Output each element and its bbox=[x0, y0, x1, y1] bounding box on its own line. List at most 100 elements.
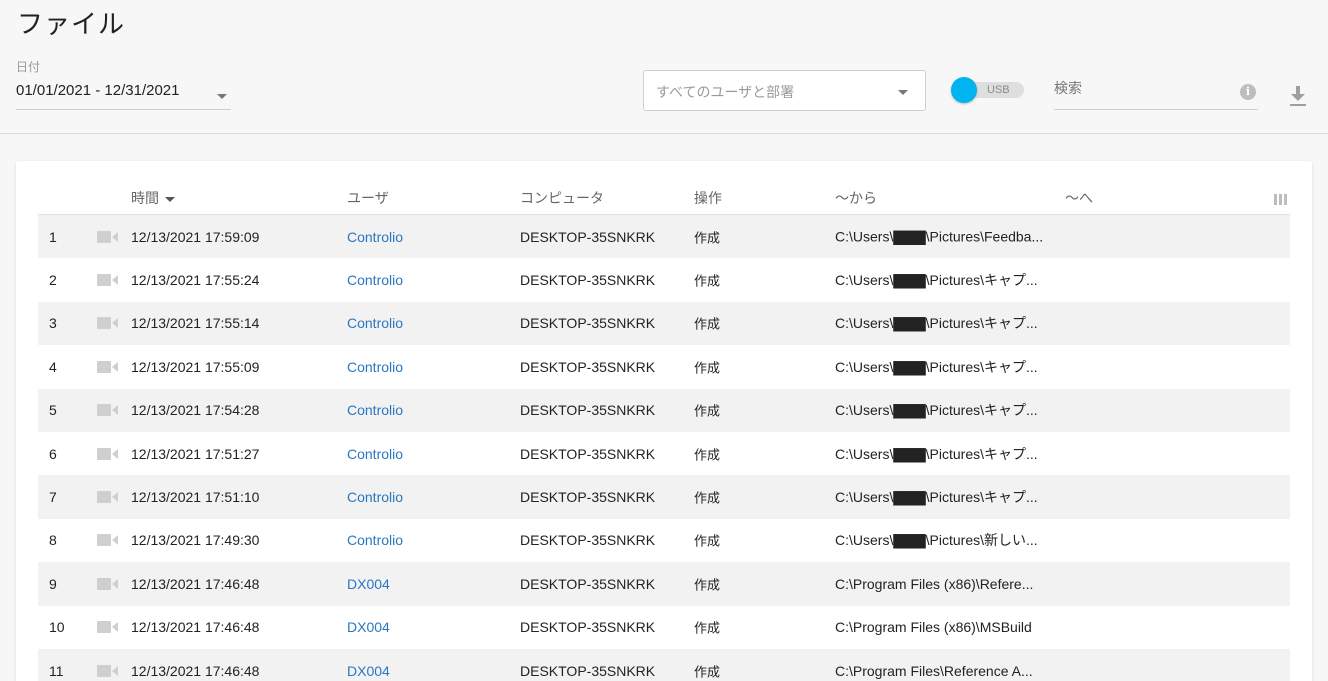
column-header-user[interactable]: ユーザ bbox=[347, 188, 389, 208]
row-from-path: C:\Program Files (x86)\MSBuild bbox=[835, 619, 1032, 636]
row-from-path: C:\Program Files (x86)\Refere... bbox=[835, 575, 1034, 592]
sort-desc-icon[interactable] bbox=[165, 196, 175, 202]
row-time: 12/13/2021 17:54:28 bbox=[131, 402, 260, 419]
video-camera-icon[interactable] bbox=[97, 621, 119, 634]
row-index: 11 bbox=[49, 662, 64, 679]
column-header-computer[interactable]: コンピュータ bbox=[520, 188, 604, 208]
row-time: 12/13/2021 17:55:09 bbox=[131, 358, 260, 375]
row-time: 12/13/2021 17:51:10 bbox=[131, 489, 260, 506]
chevron-down-icon[interactable] bbox=[898, 90, 908, 95]
row-operation: 作成 bbox=[694, 274, 721, 290]
chevron-down-icon[interactable] bbox=[217, 94, 227, 99]
column-header-to[interactable]: ～へ bbox=[1065, 188, 1093, 208]
table-row[interactable]: 1 12/13/2021 17:59:09 Controlio DESKTOP-… bbox=[38, 215, 1290, 259]
row-index: 1 bbox=[49, 228, 57, 245]
row-from-path: C:\Users\▇▇▇\Pictures\Feedba... bbox=[835, 228, 1044, 245]
row-computer: DESKTOP-35SNKRK bbox=[520, 228, 656, 245]
video-camera-icon[interactable] bbox=[97, 274, 119, 287]
row-computer: DESKTOP-35SNKRK bbox=[520, 662, 656, 679]
row-from-path: C:\Users\▇▇▇\Pictures\キャプ... bbox=[835, 489, 1038, 506]
video-camera-icon[interactable] bbox=[97, 447, 119, 460]
table-row[interactable]: 10 12/13/2021 17:46:48 DX004 DESKTOP-35S… bbox=[38, 606, 1290, 649]
table-row[interactable]: 4 12/13/2021 17:55:09 Controlio DESKTOP-… bbox=[38, 345, 1290, 388]
row-from-path: C:\Users\▇▇▇\Pictures\キャプ... bbox=[835, 358, 1038, 375]
row-index: 5 bbox=[49, 402, 57, 419]
table-body: 1 12/13/2021 17:59:09 Controlio DESKTOP-… bbox=[38, 215, 1290, 681]
row-user-link[interactable]: Controlio bbox=[347, 359, 403, 375]
row-user-link[interactable]: DX004 bbox=[347, 576, 390, 592]
row-from-path: C:\Users\▇▇▇\Pictures\キャプ... bbox=[835, 445, 1038, 462]
row-from-path: C:\Users\▇▇▇\Pictures\キャプ... bbox=[835, 402, 1038, 419]
video-camera-icon[interactable] bbox=[97, 534, 119, 547]
column-header-from[interactable]: ～から bbox=[835, 188, 877, 208]
row-computer: DESKTOP-35SNKRK bbox=[520, 272, 656, 289]
video-camera-icon[interactable] bbox=[97, 230, 119, 243]
row-user-link[interactable]: Controlio bbox=[347, 489, 403, 505]
row-operation: 作成 bbox=[694, 448, 721, 464]
row-index: 7 bbox=[49, 489, 57, 506]
table-row[interactable]: 11 12/13/2021 17:46:48 DX004 DESKTOP-35S… bbox=[38, 648, 1290, 681]
search-input[interactable] bbox=[1054, 74, 1229, 104]
row-operation: 作成 bbox=[694, 621, 721, 637]
row-user-link[interactable]: Controlio bbox=[347, 315, 403, 331]
row-user-link[interactable]: DX004 bbox=[347, 663, 390, 679]
row-index: 8 bbox=[49, 532, 57, 549]
page-title: ファイル bbox=[17, 10, 126, 40]
row-user-link[interactable]: Controlio bbox=[347, 229, 403, 245]
table-row[interactable]: 7 12/13/2021 17:51:10 Controlio DESKTOP-… bbox=[38, 475, 1290, 519]
row-computer: DESKTOP-35SNKRK bbox=[520, 358, 656, 375]
usb-toggle-knob[interactable] bbox=[951, 77, 977, 103]
row-index: 9 bbox=[49, 575, 57, 592]
row-user-link[interactable]: Controlio bbox=[347, 446, 403, 462]
row-index: 6 bbox=[49, 445, 57, 462]
table-row[interactable]: 8 12/13/2021 17:49:30 Controlio DESKTOP-… bbox=[38, 519, 1290, 562]
download-icon[interactable] bbox=[1288, 84, 1308, 108]
row-time: 12/13/2021 17:49:30 bbox=[131, 532, 260, 549]
table-row[interactable]: 2 12/13/2021 17:55:24 Controlio DESKTOP-… bbox=[38, 258, 1290, 301]
row-index: 10 bbox=[49, 619, 65, 636]
usb-toggle[interactable]: USB bbox=[951, 77, 1024, 103]
row-from-path: C:\Users\▇▇▇\Pictures\キャプ... bbox=[835, 315, 1038, 332]
row-computer: DESKTOP-35SNKRK bbox=[520, 445, 656, 462]
row-time: 12/13/2021 17:55:14 bbox=[131, 315, 260, 332]
row-computer: DESKTOP-35SNKRK bbox=[520, 489, 656, 506]
columns-icon[interactable] bbox=[1274, 194, 1287, 205]
search-field[interactable]: i bbox=[1054, 74, 1258, 110]
table-row[interactable]: 5 12/13/2021 17:54:28 Controlio DESKTOP-… bbox=[38, 388, 1290, 432]
column-header-time[interactable]: 時間 bbox=[131, 188, 175, 208]
row-operation: 作成 bbox=[694, 361, 721, 377]
video-camera-icon[interactable] bbox=[97, 360, 119, 373]
table-row[interactable]: 9 12/13/2021 17:46:48 DX004 DESKTOP-35SN… bbox=[38, 562, 1290, 606]
row-time: 12/13/2021 17:46:48 bbox=[131, 619, 260, 636]
video-camera-icon[interactable] bbox=[97, 317, 119, 330]
date-range-value[interactable]: 01/01/2021 - 12/31/2021 bbox=[16, 82, 179, 99]
date-range-picker[interactable]: 日付 01/01/2021 - 12/31/2021 bbox=[16, 58, 231, 110]
row-operation: 作成 bbox=[694, 665, 721, 681]
user-department-select[interactable]: すべてのユーザと部署 bbox=[643, 70, 926, 111]
table-row[interactable]: 3 12/13/2021 17:55:14 Controlio DESKTOP-… bbox=[38, 301, 1290, 346]
video-camera-icon[interactable] bbox=[97, 664, 119, 677]
row-operation: 作成 bbox=[694, 231, 721, 247]
row-computer: DESKTOP-35SNKRK bbox=[520, 619, 656, 636]
row-index: 2 bbox=[49, 272, 57, 289]
row-computer: DESKTOP-35SNKRK bbox=[520, 575, 656, 592]
row-operation: 作成 bbox=[694, 404, 721, 420]
info-icon[interactable]: i bbox=[1240, 84, 1256, 100]
column-header-operation[interactable]: 操作 bbox=[694, 188, 722, 208]
row-operation: 作成 bbox=[694, 534, 721, 550]
row-from-path: C:\Users\▇▇▇\Pictures\キャプ... bbox=[835, 272, 1038, 289]
row-from-path: C:\Users\▇▇▇\Pictures\新しい... bbox=[835, 532, 1038, 549]
column-header-time-label: 時間 bbox=[131, 191, 159, 207]
row-user-link[interactable]: Controlio bbox=[347, 532, 403, 548]
row-user-link[interactable]: Controlio bbox=[347, 272, 403, 288]
table-row[interactable]: 6 12/13/2021 17:51:27 Controlio DESKTOP-… bbox=[38, 432, 1290, 475]
video-camera-icon[interactable] bbox=[97, 404, 119, 417]
user-select-placeholder: すべてのユーザと部署 bbox=[656, 85, 795, 101]
video-camera-icon[interactable] bbox=[97, 491, 119, 504]
row-user-link[interactable]: Controlio bbox=[347, 402, 403, 418]
row-user-link[interactable]: DX004 bbox=[347, 619, 390, 635]
video-camera-icon[interactable] bbox=[97, 577, 119, 590]
row-time: 12/13/2021 17:51:27 bbox=[131, 445, 260, 462]
row-computer: DESKTOP-35SNKRK bbox=[520, 315, 656, 332]
row-time: 12/13/2021 17:46:48 bbox=[131, 575, 260, 592]
